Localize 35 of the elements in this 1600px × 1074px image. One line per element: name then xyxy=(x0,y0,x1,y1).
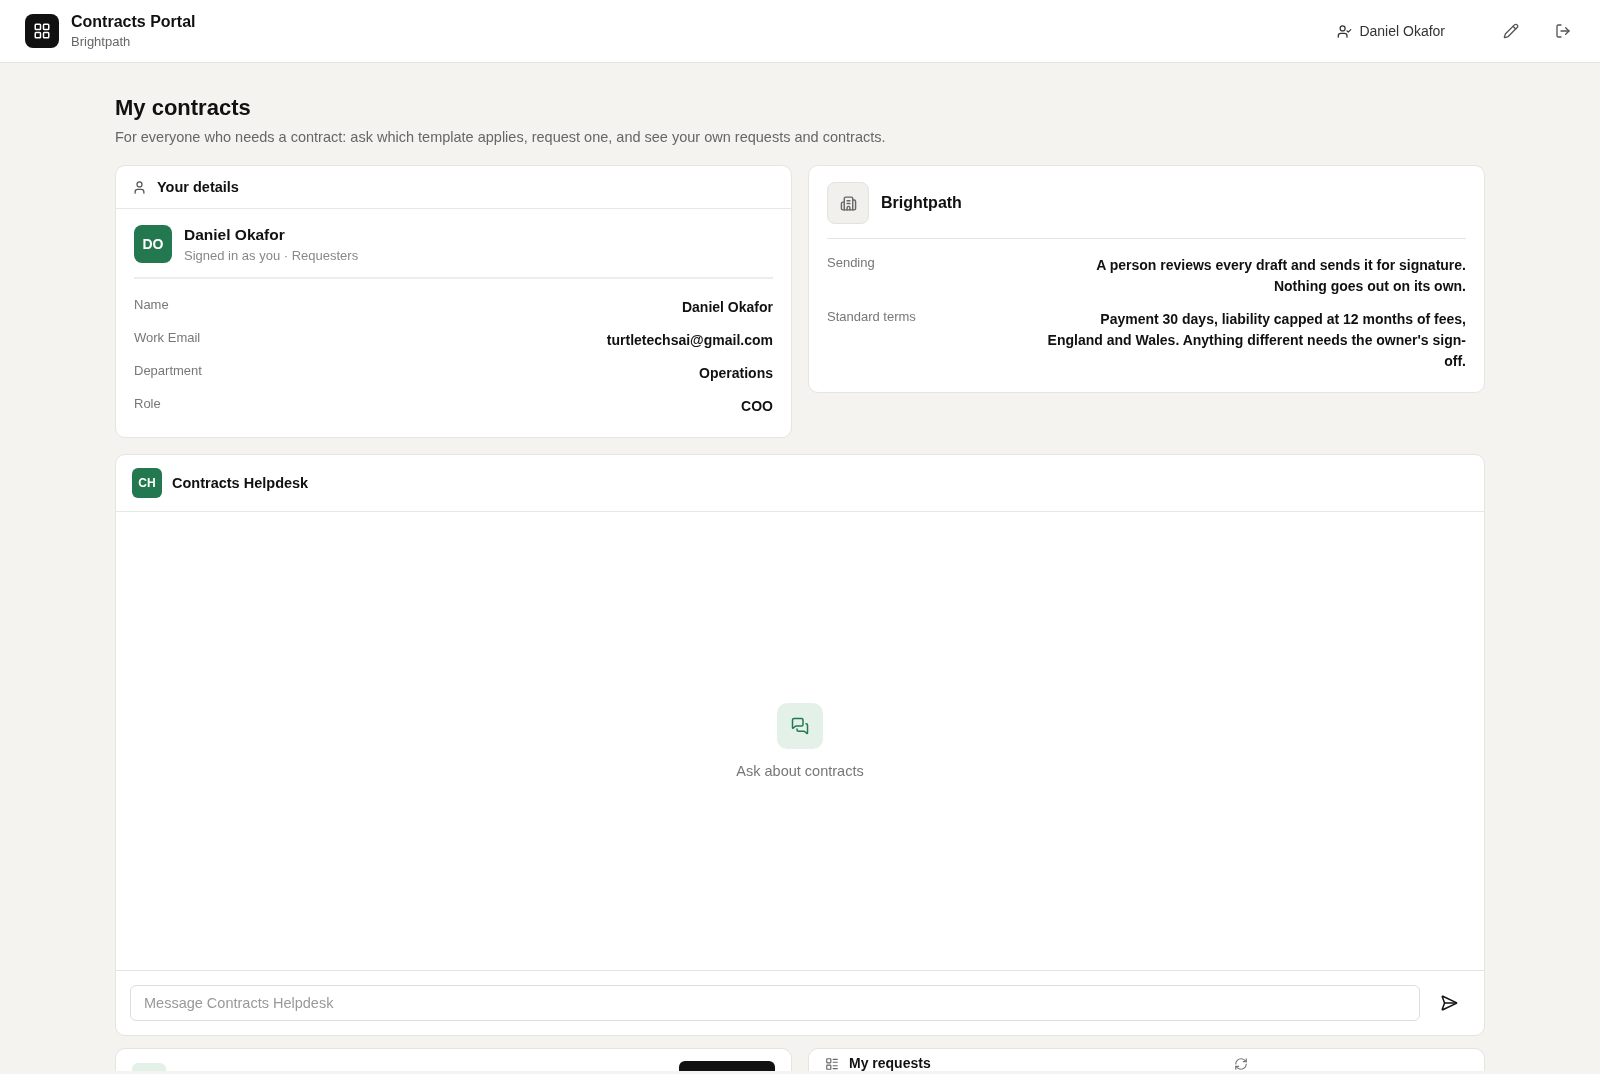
app-title: Contracts Portal xyxy=(71,13,197,31)
card-title: Your details xyxy=(157,179,239,195)
refresh-icon[interactable] xyxy=(1234,1057,1248,1071)
company-name: Brightpath xyxy=(881,194,962,212)
avatar: DO xyxy=(134,225,172,263)
field-label: Standard terms xyxy=(827,309,916,326)
person-meta: Signed in as you · Requesters xyxy=(184,247,359,263)
field-value: Daniel Okafor xyxy=(681,298,773,317)
user-menu[interactable]: Daniel Okafor xyxy=(1331,22,1451,40)
list-icon xyxy=(825,1057,839,1071)
field-value: Operations xyxy=(699,364,773,383)
person-check-icon xyxy=(1337,23,1353,39)
message-input[interactable]: Message Contracts Helpdesk xyxy=(130,985,1420,1021)
field-value: turtletechsai@gmail.com xyxy=(606,331,773,350)
app-logo-icon xyxy=(25,14,59,48)
field-value: A person reviews every draft and sends it for signature. Nothing goes out on its own. xyxy=(1095,256,1466,296)
field-label: Role xyxy=(134,396,161,413)
field-label: Work Email xyxy=(134,330,201,347)
field-value: COO xyxy=(741,397,773,416)
field-label: Name xyxy=(134,297,169,314)
card-title: Contracts Helpdesk xyxy=(172,475,309,491)
chat-icon xyxy=(777,703,823,749)
field-label: Sending xyxy=(827,255,875,272)
person-name: Daniel Okafor xyxy=(184,225,286,244)
organization-name: Brightpath xyxy=(71,34,132,49)
person-icon xyxy=(132,179,147,195)
helpdesk-avatar: CH xyxy=(132,468,162,498)
empty-state-text: Ask about contracts xyxy=(736,763,864,779)
page-subtitle: For everyone who needs a contract: ask which template applies, request one, and see your own requests and contracts. xyxy=(115,129,887,145)
field-value: Payment 30 days, liability capped at 12 months of fees, England and Wales. Anything different needs the owner's sign-off. xyxy=(1046,310,1466,371)
page-title: My contracts xyxy=(115,95,252,121)
field-label: Department xyxy=(134,363,202,380)
building-icon xyxy=(827,182,869,224)
card-title: My requests xyxy=(849,1055,932,1071)
new-request-button[interactable] xyxy=(679,1061,775,1071)
